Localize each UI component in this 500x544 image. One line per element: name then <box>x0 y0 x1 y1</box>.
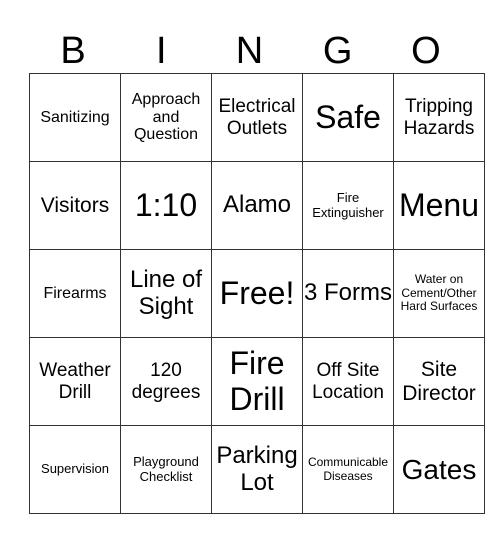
header-letter-i: I <box>156 30 167 72</box>
bingo-cell[interactable]: Communicable Diseases <box>302 425 394 514</box>
bingo-cell[interactable]: Off Site Location <box>302 337 394 426</box>
header-letter-n: N <box>235 30 264 72</box>
grid-row: Weather Drill 120 degrees Fire Drill Off… <box>29 337 485 426</box>
bingo-cell[interactable]: Tripping Hazards <box>393 73 485 162</box>
bingo-cell[interactable]: Water on Cement/Other Hard Surfaces <box>393 249 485 338</box>
bingo-cell[interactable]: 3 Forms <box>302 249 394 338</box>
bingo-cell[interactable]: Site Director <box>393 337 485 426</box>
bingo-cell[interactable]: Safe <box>302 73 394 162</box>
bingo-cell[interactable]: Line of Sight <box>120 249 212 338</box>
grid-row: Sanitizing Approach and Question Electri… <box>29 73 485 162</box>
bingo-cell[interactable]: 1:10 <box>120 161 212 250</box>
bingo-grid: Sanitizing Approach and Question Electri… <box>29 73 485 514</box>
bingo-cell[interactable]: Sanitizing <box>29 73 121 162</box>
bingo-cell[interactable]: Visitors <box>29 161 121 250</box>
bingo-cell[interactable]: Fire Extinguisher <box>302 161 394 250</box>
bingo-cell[interactable]: Menu <box>393 161 485 250</box>
bingo-cell[interactable]: Playground Checklist <box>120 425 212 514</box>
header-letter-g: G <box>322 30 353 72</box>
free-space-cell[interactable]: Free! <box>211 249 303 338</box>
bingo-cell[interactable]: Alamo <box>211 161 303 250</box>
bingo-cell[interactable]: Supervision <box>29 425 121 514</box>
bingo-cell[interactable]: Gates <box>393 425 485 514</box>
bingo-cell[interactable]: Electrical Outlets <box>211 73 303 162</box>
bingo-cell[interactable]: 120 degrees <box>120 337 212 426</box>
header-letter-o: O <box>411 30 441 72</box>
header-letter-b: B <box>60 30 86 72</box>
bingo-header: B I N G O <box>29 30 470 72</box>
grid-row: Visitors 1:10 Alamo Fire Extinguisher Me… <box>29 161 485 250</box>
grid-row: Supervision Playground Checklist Parking… <box>29 425 485 514</box>
bingo-cell[interactable]: Parking Lot <box>211 425 303 514</box>
bingo-cell[interactable]: Approach and Question <box>120 73 212 162</box>
bingo-cell[interactable]: Fire Drill <box>211 337 303 426</box>
bingo-cell[interactable]: Weather Drill <box>29 337 121 426</box>
bingo-cell[interactable]: Firearms <box>29 249 121 338</box>
grid-row: Firearms Line of Sight Free! 3 Forms Wat… <box>29 249 485 338</box>
